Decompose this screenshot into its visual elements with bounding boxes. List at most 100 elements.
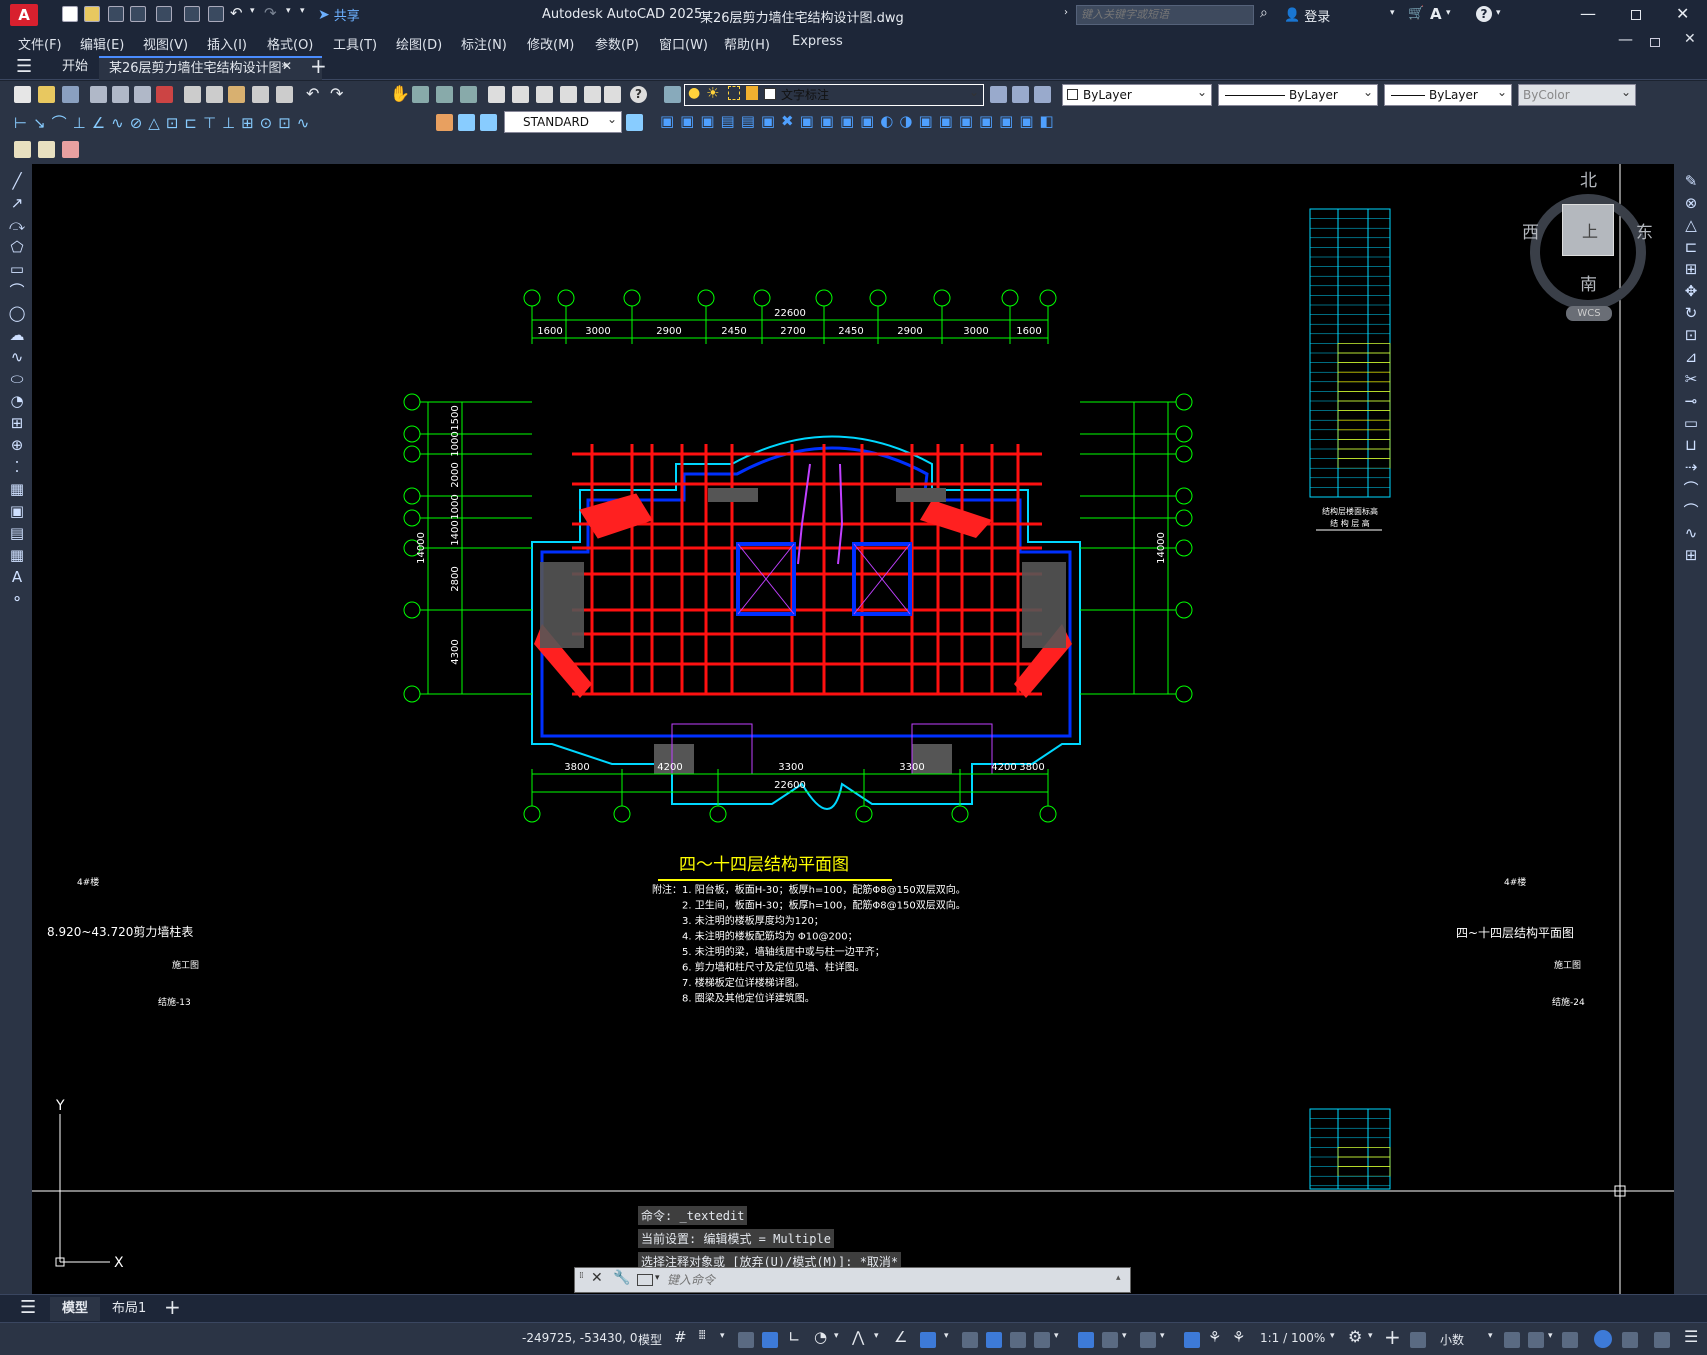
dynamic-input-icon[interactable] bbox=[762, 1332, 778, 1348]
undo-icon[interactable]: ↶ bbox=[230, 4, 243, 22]
workspace-dropdown-icon[interactable]: ▾ bbox=[1368, 1331, 1373, 1341]
lock-ui-icon[interactable] bbox=[1528, 1332, 1544, 1348]
viewcube-west[interactable]: 西 bbox=[1522, 218, 1539, 243]
dimension-tool-icons[interactable]: ⊢↘⌒⊥∠∿⊘△⊡⊏⊤⊥⊞⊙⊡∿ bbox=[14, 112, 315, 133]
pan-icon[interactable]: ✋ bbox=[390, 84, 410, 103]
annotation-scale-value[interactable]: 1:1 / 100% bbox=[1260, 1331, 1325, 1345]
sheet-tool-2-icon[interactable] bbox=[38, 141, 55, 158]
color-dropdown[interactable]: ByLayer bbox=[1062, 82, 1212, 106]
dynamic-ucs-icon[interactable] bbox=[1078, 1332, 1094, 1348]
layout-menu-icon[interactable]: ☰ bbox=[20, 1297, 36, 1318]
zoom-previous-icon[interactable] bbox=[460, 86, 477, 103]
save-icon[interactable] bbox=[108, 6, 124, 22]
help-icon[interactable]: ? bbox=[1476, 6, 1492, 22]
calculator-icon[interactable] bbox=[604, 86, 621, 103]
autocad-logo-icon[interactable]: A bbox=[10, 4, 38, 26]
plotstyle-dropdown[interactable]: ByColor bbox=[1518, 82, 1636, 106]
share-button[interactable]: ➤ 共享 bbox=[318, 5, 360, 25]
markup-icon[interactable] bbox=[584, 86, 601, 103]
osnap-dropdown-icon[interactable]: ▾ bbox=[944, 1331, 949, 1341]
selection-filter-icon[interactable] bbox=[1102, 1332, 1118, 1348]
workspace-gear-icon[interactable]: ⚙ bbox=[1348, 1327, 1362, 1346]
help-tool-icon[interactable]: ? bbox=[630, 86, 647, 103]
annotation-visibility-icon[interactable] bbox=[1184, 1332, 1200, 1348]
dimtedit-icon[interactable] bbox=[458, 114, 475, 131]
dimupdate-icon[interactable] bbox=[480, 114, 497, 131]
undo-dropdown-icon[interactable]: ▾ bbox=[250, 6, 255, 16]
gizmo-dropdown-icon[interactable]: ▾ bbox=[1160, 1331, 1165, 1341]
otrack-icon[interactable]: ∠ bbox=[894, 1328, 907, 1346]
sheet-set-icon[interactable] bbox=[560, 86, 577, 103]
layer-previous-icon[interactable] bbox=[1012, 86, 1029, 103]
menu-format[interactable]: 格式(O) bbox=[267, 34, 313, 53]
command-recent-dropdown-icon[interactable]: ▾ bbox=[655, 1273, 660, 1283]
hamburger-menu-icon[interactable]: ☰ bbox=[16, 58, 32, 76]
viewcube-south[interactable]: 南 bbox=[1580, 270, 1597, 295]
preview-icon[interactable] bbox=[112, 86, 129, 103]
isodraft-dropdown-icon[interactable]: ▾ bbox=[874, 1331, 879, 1341]
layer-dropdown[interactable]: 文字标注 bbox=[684, 82, 984, 106]
open-file-icon[interactable] bbox=[84, 6, 100, 22]
wcs-menu-button[interactable]: WCS bbox=[1566, 306, 1612, 321]
make-current-layer-icon[interactable] bbox=[990, 86, 1007, 103]
tab-start[interactable]: 开始 bbox=[52, 56, 98, 80]
menu-edit[interactable]: 编辑(E) bbox=[80, 34, 124, 53]
model-space-button[interactable]: 模型 bbox=[638, 1331, 662, 1348]
graphics-performance-icon[interactable] bbox=[1594, 1330, 1612, 1348]
selection-cycling-icon[interactable] bbox=[1010, 1332, 1026, 1348]
scale-dropdown-icon[interactable]: ▾ bbox=[1330, 1331, 1335, 1341]
zoom-realtime-icon[interactable] bbox=[412, 86, 429, 103]
redo-icon[interactable]: ↷ bbox=[264, 4, 277, 22]
matchprop-icon[interactable] bbox=[252, 86, 269, 103]
menu-modify[interactable]: 修改(M) bbox=[527, 34, 574, 53]
quick-properties-icon[interactable] bbox=[1504, 1332, 1520, 1348]
search-input[interactable] bbox=[1076, 5, 1254, 25]
transparency-icon[interactable] bbox=[986, 1332, 1002, 1348]
cut-icon[interactable] bbox=[184, 86, 201, 103]
command-expand-icon[interactable]: ▴ bbox=[1116, 1273, 1121, 1283]
menu-dimension[interactable]: 标注(N) bbox=[461, 34, 507, 53]
save-as-icon[interactable] bbox=[130, 6, 146, 22]
units-dropdown-icon[interactable]: ▾ bbox=[1488, 1331, 1493, 1341]
redo-dropdown-icon[interactable]: ▾ bbox=[286, 6, 291, 16]
command-input[interactable] bbox=[667, 1270, 1067, 1290]
sheet-tool-3-icon[interactable] bbox=[62, 141, 79, 158]
viewcube-east[interactable]: 东 bbox=[1636, 218, 1653, 243]
plot-tool-icon[interactable] bbox=[90, 86, 107, 103]
lock-ui-dropdown-icon[interactable]: ▾ bbox=[1548, 1331, 1553, 1341]
zoom-window-icon[interactable] bbox=[436, 86, 453, 103]
tab-layout1[interactable]: 布局1 bbox=[100, 1297, 158, 1321]
menu-express[interactable]: Express bbox=[792, 34, 843, 49]
menu-view[interactable]: 视图(V) bbox=[143, 34, 188, 53]
doc-minimize-icon[interactable]: — bbox=[1618, 30, 1633, 48]
dimstyle-dropdown[interactable]: STANDARD bbox=[504, 109, 622, 133]
draw-tool-icons[interactable]: ╱ ↗ ⤼ ⬠ ▭ ⌒ ◯ ☁ ∿ ⬭ ◔ ⊞ ⊕ ⁚ ▦ ▣ ▤ ▦ A ⚬ bbox=[8, 170, 26, 610]
customization-icon[interactable]: ☰ bbox=[1684, 1327, 1698, 1346]
annotation-scale-icon[interactable]: ⚘ bbox=[1232, 1328, 1245, 1346]
dimedit-icon[interactable] bbox=[436, 114, 453, 131]
tab-model[interactable]: 模型 bbox=[50, 1297, 101, 1321]
design-center-icon[interactable] bbox=[512, 86, 529, 103]
doc-restore-icon[interactable] bbox=[1650, 38, 1660, 47]
3dosnap-icon[interactable] bbox=[1034, 1332, 1050, 1348]
login-dropdown-icon[interactable]: ▾ bbox=[1390, 8, 1395, 18]
lineweight-dropdown[interactable]: ByLayer bbox=[1384, 82, 1512, 106]
gizmo-icon[interactable] bbox=[1140, 1332, 1156, 1348]
layer-states-icon[interactable] bbox=[1034, 86, 1051, 103]
open-icon[interactable] bbox=[38, 86, 55, 103]
save-tool-icon[interactable] bbox=[62, 86, 79, 103]
close-icon[interactable]: ✕ bbox=[1676, 4, 1689, 23]
add-layout-icon[interactable]: + bbox=[164, 1295, 181, 1319]
publish-tool-icon[interactable] bbox=[134, 86, 151, 103]
selection-filter-dropdown-icon[interactable]: ▾ bbox=[1122, 1331, 1127, 1341]
coordinates-readout[interactable]: -249725, -53430, 0 bbox=[522, 1331, 638, 1345]
snap-dropdown-icon[interactable]: ▾ bbox=[720, 1331, 725, 1341]
menu-draw[interactable]: 绘图(D) bbox=[396, 34, 442, 53]
maximize-icon[interactable] bbox=[1631, 10, 1641, 20]
menu-window[interactable]: 窗口(W) bbox=[659, 34, 708, 53]
print-icon[interactable] bbox=[208, 6, 224, 22]
command-grip-icon[interactable]: ⁞⁞ bbox=[579, 1271, 584, 1281]
infer-constraints-icon[interactable] bbox=[738, 1332, 754, 1348]
minimize-icon[interactable]: — bbox=[1580, 4, 1596, 23]
plot-icon[interactable] bbox=[184, 6, 200, 22]
